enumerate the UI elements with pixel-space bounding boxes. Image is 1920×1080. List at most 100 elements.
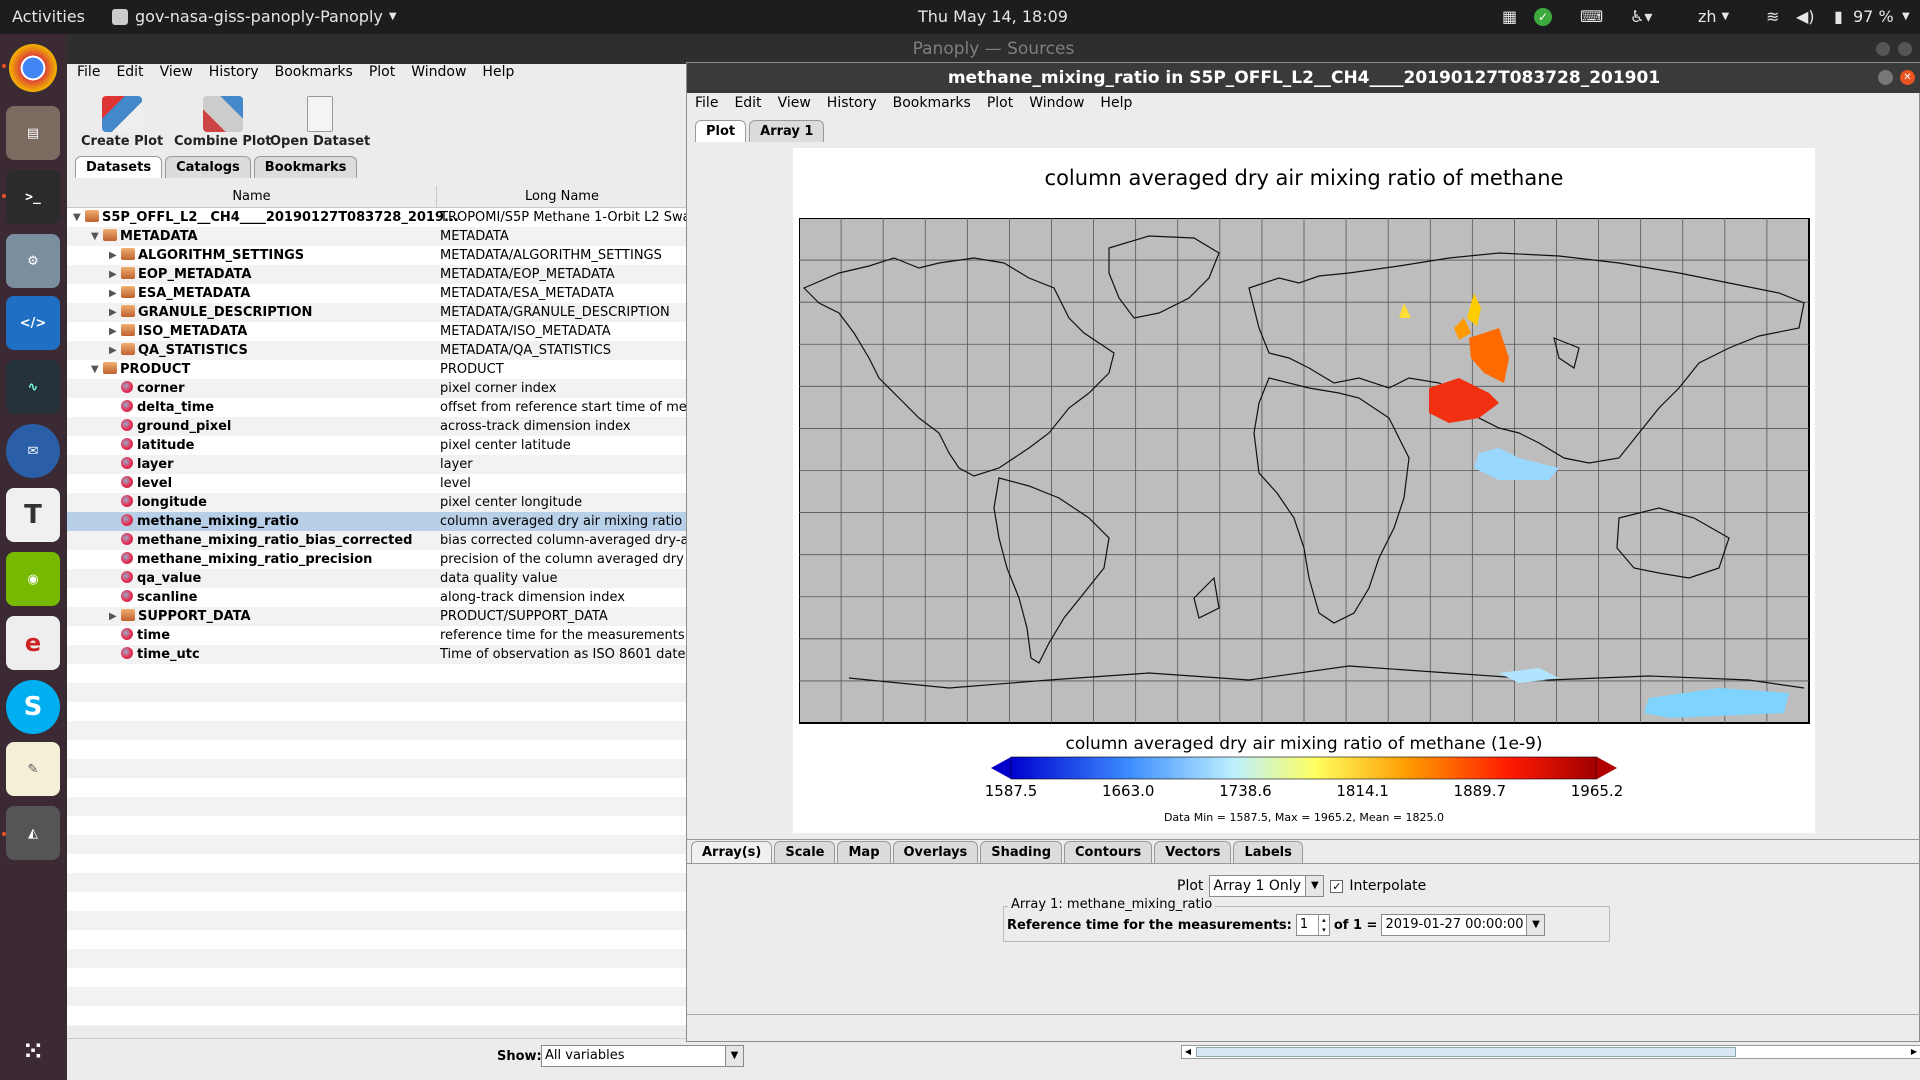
tab-arrays[interactable]: Array(s)	[691, 841, 773, 863]
table-row[interactable]: delta_time offset from reference start ti…	[67, 398, 687, 417]
table-row[interactable]: ▼ S5P_OFFL_L2__CH4____20190127T083728_201…	[67, 208, 687, 227]
keyboard-icon[interactable]: ⌨	[1580, 0, 1603, 34]
menu-help[interactable]: Help	[1092, 91, 1140, 115]
menu-history[interactable]: History	[819, 91, 885, 115]
text-editor-icon[interactable]: T	[6, 488, 60, 542]
column-header-long-name[interactable]: Long Name	[437, 186, 687, 208]
table-row[interactable]: methane_mixing_ratio_bias_corrected bias …	[67, 531, 687, 550]
chrome-icon[interactable]	[9, 44, 57, 92]
menu-help[interactable]: Help	[474, 60, 522, 84]
menu-view[interactable]: View	[152, 60, 201, 84]
grid-icon[interactable]: ▦	[1502, 0, 1517, 34]
wifi-icon[interactable]: ≋	[1766, 0, 1779, 34]
settings-icon[interactable]: ⚙	[6, 234, 60, 288]
tab-map[interactable]: Map	[837, 841, 891, 863]
show-applications-icon[interactable]: ⁙	[6, 1024, 60, 1078]
menu-plot[interactable]: Plot	[361, 60, 403, 84]
table-row[interactable]: ▼ PRODUCT PRODUCT	[67, 360, 687, 379]
expand-right-icon[interactable]: ▶	[109, 284, 117, 303]
menu-history[interactable]: History	[201, 60, 267, 84]
table-row[interactable]: level level	[67, 474, 687, 493]
menu-view[interactable]: View	[770, 91, 819, 115]
table-row[interactable]: time reference time for the measurements	[67, 626, 687, 645]
volume-icon[interactable]: ◀)	[1796, 0, 1815, 34]
expand-right-icon[interactable]: ▶	[109, 341, 117, 360]
table-row[interactable]: ground_pixel across-track dimension index	[67, 417, 687, 436]
plot-array-select[interactable]: Array 1 Only ▼	[1209, 875, 1325, 897]
scroll-right-icon[interactable]: ▶	[1908, 1046, 1920, 1058]
language-menu[interactable]: zh ▼	[1698, 0, 1729, 34]
tab-labels[interactable]: Labels	[1233, 841, 1303, 863]
terminal-icon[interactable]: >_	[6, 170, 60, 224]
table-row[interactable]: time_utc Time of observation as ISO 8601 …	[67, 645, 687, 664]
table-row[interactable]: ▶ SUPPORT_DATA PRODUCT/SUPPORT_DATA	[67, 607, 687, 626]
expand-right-icon[interactable]: ▶	[109, 322, 117, 341]
activities-button[interactable]: Activities	[12, 0, 85, 34]
menu-bookmarks[interactable]: Bookmarks	[267, 60, 361, 84]
table-row[interactable]: ▶ ISO_METADATA METADATA/ISO_METADATA	[67, 322, 687, 341]
expand-down-icon[interactable]: ▼	[91, 227, 99, 246]
thunderbird-icon[interactable]: ✉	[6, 424, 60, 478]
vscode-icon[interactable]: </>	[6, 296, 60, 350]
expand-down-icon[interactable]: ▼	[91, 360, 99, 379]
app-menu[interactable]: gov-nasa-giss-panoply-Panoply ▼	[112, 0, 397, 34]
table-row[interactable]: ▶ ALGORITHM_SETTINGS METADATA/ALGORITHM_SE…	[67, 246, 687, 265]
files-icon[interactable]: ▤	[6, 106, 60, 160]
table-row[interactable]: corner pixel corner index	[67, 379, 687, 398]
maximize-icon[interactable]	[1898, 42, 1912, 56]
scroll-left-icon[interactable]: ◀	[1182, 1046, 1194, 1058]
open-dataset-button[interactable]: Open Dataset	[270, 96, 370, 149]
table-row[interactable]: methane_mixing_ratio_precision precision …	[67, 550, 687, 569]
table-row[interactable]: ▶ QA_STATISTICS METADATA/QA_STATISTICS	[67, 341, 687, 360]
table-row[interactable]: methane_mixing_ratio column averaged dry …	[67, 512, 687, 531]
column-header-name[interactable]: Name	[67, 186, 437, 208]
accessibility-icon[interactable]: ♿▾	[1630, 0, 1652, 34]
expand-right-icon[interactable]: ▶	[109, 246, 117, 265]
tab-overlays[interactable]: Overlays	[892, 841, 979, 863]
tab-contours[interactable]: Contours	[1064, 841, 1153, 863]
scrollbar-thumb[interactable]	[1196, 1047, 1736, 1057]
panoply-icon[interactable]: ◭	[6, 806, 60, 860]
menu-bookmarks[interactable]: Bookmarks	[885, 91, 979, 115]
create-plot-button[interactable]: Create Plot	[81, 96, 163, 149]
combine-plot-button[interactable]: Combine Plot	[174, 96, 272, 149]
horizontal-scrollbar[interactable]: ◀ ▶	[1181, 1045, 1920, 1059]
table-row[interactable]: latitude pixel center latitude	[67, 436, 687, 455]
ref-index-spinner[interactable]: 1 ▴ ▾	[1295, 914, 1330, 936]
table-row[interactable]: ▼ METADATA METADATA	[67, 227, 687, 246]
menu-window[interactable]: Window	[1021, 91, 1092, 115]
expand-down-icon[interactable]: ▼	[73, 208, 81, 227]
table-row[interactable]: qa_value data quality value	[67, 569, 687, 588]
table-row[interactable]: scanline along-track dimension index	[67, 588, 687, 607]
table-row[interactable]: layer layer	[67, 455, 687, 474]
tab-vectors[interactable]: Vectors	[1154, 841, 1232, 863]
table-row[interactable]: ▶ EOP_METADATA METADATA/EOP_METADATA	[67, 265, 687, 284]
tab-catalogs[interactable]: Catalogs	[165, 156, 251, 178]
menu-window[interactable]: Window	[403, 60, 474, 84]
expand-right-icon[interactable]: ▶	[109, 303, 117, 322]
interpolate-checkbox[interactable]: ✓	[1330, 879, 1344, 893]
tab-datasets[interactable]: Datasets	[75, 156, 163, 178]
tab-array-1[interactable]: Array 1	[749, 120, 825, 142]
tab-plot[interactable]: Plot	[695, 120, 747, 142]
minimize-icon[interactable]	[1878, 70, 1893, 85]
menu-edit[interactable]: Edit	[726, 91, 769, 115]
battery-icon[interactable]: ▮	[1834, 0, 1843, 34]
tab-shading[interactable]: Shading	[980, 841, 1063, 863]
menu-file[interactable]: File	[69, 60, 108, 84]
menu-file[interactable]: File	[687, 91, 726, 115]
evince-icon[interactable]: e	[6, 616, 60, 670]
skype-icon[interactable]: S	[6, 680, 60, 734]
tab-scale[interactable]: Scale	[774, 841, 836, 863]
gedit-icon[interactable]: ✎	[6, 742, 60, 796]
chevron-down-icon[interactable]: ▼	[1902, 0, 1910, 34]
minimize-icon[interactable]	[1876, 42, 1890, 56]
tab-bookmarks[interactable]: Bookmarks	[253, 156, 358, 178]
expand-right-icon[interactable]: ▶	[109, 607, 117, 626]
ref-time-select[interactable]: 2019-01-27 00:00:00 ▼	[1381, 914, 1546, 936]
clock[interactable]: Thu May 14, 18:09	[918, 0, 1068, 34]
nvidia-icon[interactable]: ◉	[6, 552, 60, 606]
expand-right-icon[interactable]: ▶	[109, 265, 117, 284]
table-row[interactable]: longitude pixel center longitude	[67, 493, 687, 512]
table-row[interactable]: ▶ GRANULE_DESCRIPTION METADATA/GRANULE_DES…	[67, 303, 687, 322]
